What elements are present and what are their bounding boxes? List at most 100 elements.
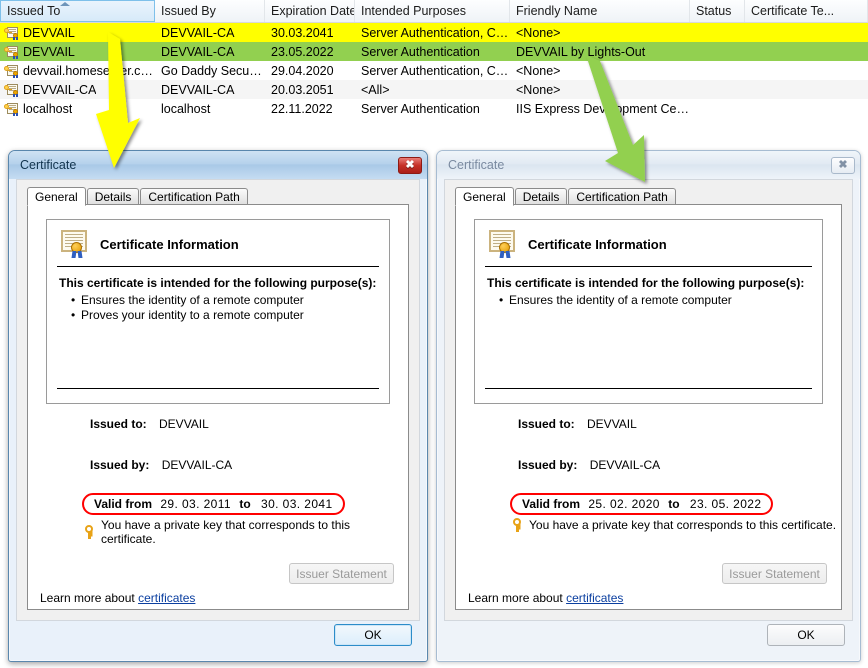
column-header-label: Expiration Date [271,4,355,18]
certificate-dialog-right[interactable]: Certificate ✖ General Details Certificat… [436,150,861,662]
cell-issued-by: DEVVAIL-CA [161,44,235,59]
column-header-issued-by[interactable]: Issued By [155,0,265,22]
ok-button[interactable]: OK [767,624,845,646]
issued-by-value: DEVVAIL-CA [589,458,661,472]
issuer-statement-button[interactable]: Issuer Statement [722,563,827,584]
cell-text: DEVVAIL-CA [23,82,97,97]
divider [57,266,379,267]
purpose-heading: This certificate is intended for the fol… [59,276,377,290]
column-header-issued-to[interactable]: Issued To [0,0,155,22]
purpose-item: Proves your identity to a remote compute… [57,308,379,323]
issued-by-value: DEVVAIL-CA [161,458,233,472]
cell-expiration: 20.03.2051 [271,82,334,97]
cell-issued-by: Go Daddy Secure ... [161,63,265,78]
certificate-list-view[interactable]: Issued To Issued By Expiration Date Intende… [0,0,868,125]
dialog-right-tabpanel: Certificate Information This certificate… [455,204,842,610]
valid-to-date: 23. 05. 2022 [689,497,762,511]
tab-certification-path[interactable]: Certification Path [140,188,248,205]
cell-expiration: 22.11.2022 [271,101,333,116]
cell-purposes: Server Authentication [361,44,480,59]
column-header-friendly-name[interactable]: Friendly Name [510,0,690,22]
cell-purposes: Server Authentication [361,101,480,116]
tab-certification-path[interactable]: Certification Path [568,188,676,205]
table-row[interactable]: DEVVAIL-CA DEVVAIL-CA 20.03.2051 <All> <None… [0,80,868,99]
close-icon[interactable]: ✖ [831,156,855,174]
dialog-left-tabs[interactable]: General Details Certification Path [27,186,409,206]
column-header-certificate-te[interactable]: Certificate Te... [745,0,868,22]
cell-purposes: Server Authentication, Cli... [361,63,510,78]
cell-text: devvail.homeserver.com [23,63,155,78]
column-header-label: Issued To [7,4,61,18]
cell-issued-by: DEVVAIL-CA [161,82,235,97]
certificate-icon [59,230,91,258]
column-header-intended-purposes[interactable]: Intended Purposes [355,0,510,22]
certificate-information-header: Certificate Information [485,228,812,264]
dialog-right-tabs[interactable]: General Details Certification Path [455,186,842,206]
table-row[interactable]: DEVVAIL DEVVAIL-CA 23.05.2022 Server Authen… [0,42,868,61]
cell-issued-to: localhost [0,102,155,116]
cell-expiration: 30.03.2041 [271,25,334,40]
issued-to-value: DEVVAIL [587,417,637,431]
purpose-list: Ensures the identity of a remote compute… [485,293,812,308]
private-key-text: You have a private key that corresponds … [529,518,837,532]
valid-from-label: Valid from [94,497,153,511]
divider [485,266,812,267]
certificates-link[interactable]: certificates [566,591,623,605]
issued-by-row: Issued by: DEVVAIL-CA [518,458,660,472]
table-row[interactable]: localhost localhost 22.11.2022 Server Authe… [0,99,868,118]
valid-to-date: 30. 03. 2041 [261,497,333,511]
key-icon [84,525,95,539]
certificates-link[interactable]: certificates [138,591,195,605]
dialog-left-titlebar[interactable]: Certificate ✖ [9,151,427,179]
valid-to-label: to [239,497,251,511]
tab-general[interactable]: General [27,187,86,206]
cell-expiration: 29.04.2020 [271,63,334,78]
valid-to-label: to [668,497,680,511]
issued-to-row: Issued to: DEVVAIL [518,417,637,431]
column-header-label: Status [696,4,732,18]
certificate-with-key-icon [4,64,20,78]
purpose-heading: This certificate is intended for the fol… [487,276,805,290]
issuer-statement-button[interactable]: Issuer Statement [289,563,394,584]
certificate-information-box: Certificate Information This certificate… [474,219,823,404]
cell-text: localhost [23,101,73,116]
cell-issued-by: DEVVAIL-CA [161,25,235,40]
issued-to-value: DEVVAIL [159,417,209,431]
tab-details[interactable]: Details [86,188,140,205]
cell-purposes: Server Authentication, Cli... [361,25,510,40]
learn-more-row: Learn more about certificates [468,591,623,605]
certificate-with-key-icon [4,45,20,59]
certificate-dialog-left[interactable]: Certificate ✖ General Details Certificat… [8,150,428,662]
close-icon[interactable]: ✖ [398,156,422,174]
certificate-information-header: Certificate Information [57,228,379,264]
cell-friendly-name: <None> [516,82,561,97]
column-header-label: Certificate Te... [751,4,835,18]
learn-more-text: Learn more about [468,591,563,605]
tab-details[interactable]: Details [514,188,568,205]
table-row[interactable]: DEVVAIL DEVVAIL-CA 30.03.2041 Server Authen… [0,23,868,42]
ok-button[interactable]: OK [334,624,412,646]
sort-ascending-icon [59,2,70,6]
tab-general[interactable]: General [455,187,514,206]
dialog-right-titlebar[interactable]: Certificate ✖ [437,151,860,179]
issued-to-label: Issued to: [90,417,147,431]
table-row[interactable]: devvail.homeserver.com Go Daddy Secure ..… [0,61,868,80]
certificate-with-key-icon [4,26,20,40]
private-key-note: You have a private key that corresponds … [84,518,408,546]
cell-issued-to: DEVVAIL [0,45,155,59]
issued-by-row: Issued by: DEVVAIL-CA [90,458,232,472]
cell-friendly-name: DEVVAIL by Lights-Out [516,44,646,59]
validity-period-highlight: Valid from 25. 02. 2020 to 23. 05. 2022 [510,493,774,515]
private-key-note: You have a private key that corresponds … [512,518,836,532]
cell-issued-to: DEVVAIL [0,26,155,40]
learn-more-text: Learn more about [40,591,135,605]
valid-from-label: Valid from [522,497,581,511]
issued-to-label: Issued to: [518,417,575,431]
dialog-right-footer: OK [444,621,853,655]
dialog-left-title: Certificate [20,158,77,172]
dialog-left-body: General Details Certification Path Certi… [16,179,420,621]
certificate-icon [487,230,519,258]
column-header-status[interactable]: Status [690,0,745,22]
column-header-expiration-date[interactable]: Expiration Date [265,0,355,22]
column-header-label: Intended Purposes [361,4,466,18]
